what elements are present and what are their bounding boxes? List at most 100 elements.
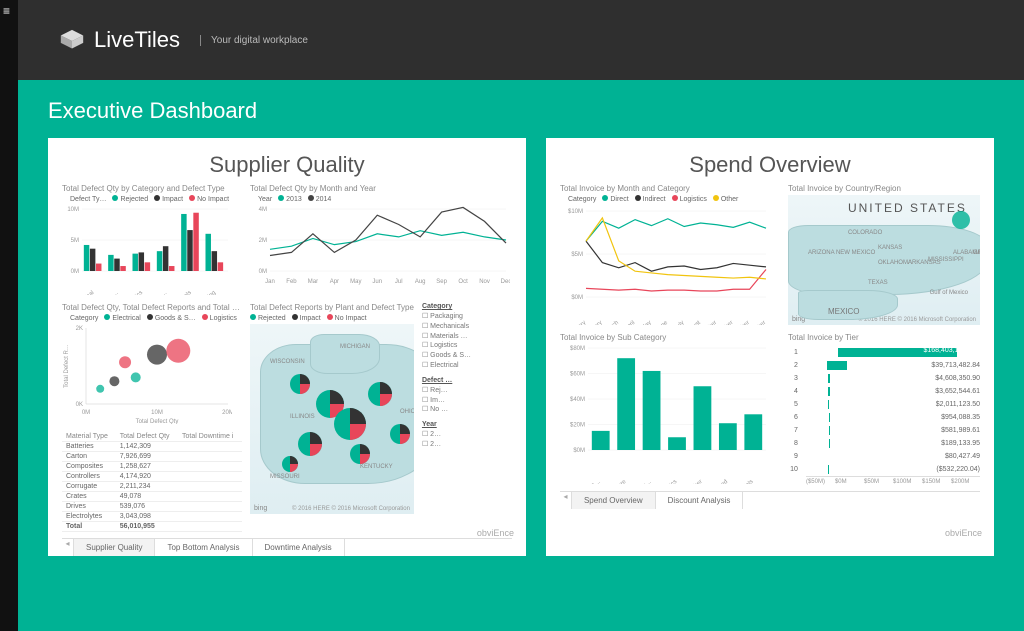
svg-text:4M: 4M <box>259 207 267 213</box>
tier-row[interactable]: 8$189,133.95 <box>788 437 980 450</box>
svg-text:March: March <box>603 320 620 325</box>
card-tabs: ◂ Spend OverviewDiscount Analysis <box>560 491 980 509</box>
svg-text:Hardware: Hardware <box>604 479 628 484</box>
tab-supplier-quality[interactable]: Supplier Quality <box>74 539 155 556</box>
svg-text:Packaging: Packaging <box>192 290 217 295</box>
svg-text:$5M: $5M <box>571 252 583 258</box>
card-title: Supplier Quality <box>62 152 512 178</box>
svg-text:0K: 0K <box>76 402 83 408</box>
svg-text:May: May <box>350 279 361 285</box>
filter-option[interactable]: ☐ No … <box>422 405 512 415</box>
filter-option[interactable]: ☐ Rej… <box>422 386 512 396</box>
svg-text:Total Defect R…: Total Defect R… <box>64 344 70 388</box>
filter-option[interactable]: ☐ 2… <box>422 440 512 450</box>
filter-option[interactable]: ☐ Logistics <box>422 341 512 351</box>
chart-defect-map[interactable]: Total Defect Reports by Plant and Defect… <box>250 303 414 532</box>
tier-row[interactable]: 1$168,403,150.61 <box>788 346 980 359</box>
app-sidebar: ≡ <box>0 0 18 631</box>
svg-text:January: January <box>567 320 587 325</box>
svg-text:April: April <box>623 320 636 325</box>
svg-text:May: May <box>640 320 653 325</box>
tab-downtime-analysis[interactable]: Downtime Analysis <box>253 539 345 556</box>
tab-discount-analysis[interactable]: Discount Analysis <box>656 492 744 509</box>
svg-text:0M: 0M <box>259 269 267 275</box>
svg-text:5M: 5M <box>71 238 79 244</box>
map-copyright: © 2016 HERE © 2016 Microsoft Corporation <box>292 506 410 512</box>
svg-text:Nov: Nov <box>479 279 490 285</box>
svg-text:Total Defect Qty: Total Defect Qty <box>136 419 179 424</box>
svg-text:Dec: Dec <box>501 279 510 285</box>
svg-text:$10M: $10M <box>568 209 583 215</box>
chart-invoice-by-subcat[interactable]: Total Invoice by Sub Category $0M$20M$40… <box>560 333 780 485</box>
map-copyright: © 2016 HERE © 2016 Microsoft Corporation <box>858 317 976 323</box>
tier-row[interactable]: 5$2,011,123.50 <box>788 398 980 411</box>
svg-text:$20M: $20M <box>570 423 585 429</box>
chart-defect-by-category[interactable]: Total Defect Qty by Category and Defect … <box>62 184 242 295</box>
svg-text:2K: 2K <box>76 326 83 332</box>
tab-scroll-left-icon[interactable]: ◂ <box>62 539 74 556</box>
card-supplier-quality: Supplier Quality Total Defect Qty by Cat… <box>48 138 526 556</box>
card-spend-overview: Spend Overview Total Invoice by Month an… <box>546 138 994 556</box>
chart-defect-scatter[interactable]: Total Defect Qty, Total Defect Reports a… <box>62 303 242 424</box>
svg-text:Jul: Jul <box>395 279 403 285</box>
svg-text:10M: 10M <box>151 410 163 416</box>
filter-option[interactable]: ☐ Materials … <box>422 332 512 342</box>
svg-text:June: June <box>655 320 669 325</box>
svg-text:Feb: Feb <box>286 279 297 285</box>
filter-option[interactable]: ☐ 2… <box>422 430 512 440</box>
svg-text:2M: 2M <box>259 238 267 244</box>
svg-text:Electrical: Electrical <box>73 290 96 295</box>
tier-row[interactable]: 9$80,427.49 <box>788 450 980 463</box>
svg-text:$40M: $40M <box>570 397 585 403</box>
tier-row[interactable]: 7$581,989.61 <box>788 424 980 437</box>
svg-text:Aug: Aug <box>415 279 426 285</box>
chart-defect-by-month[interactable]: Total Defect Qty by Month and Year Year2… <box>250 184 512 295</box>
tab-top-bottom-analysis[interactable]: Top Bottom Analysis <box>155 539 252 556</box>
tier-row[interactable]: 10($532,220.04) <box>788 463 980 476</box>
tier-row[interactable]: 3$4,608,350.90 <box>788 372 980 385</box>
attribution: obviEnce <box>945 528 982 538</box>
hamburger-icon[interactable]: ≡ <box>0 0 18 22</box>
livetiles-icon <box>58 28 86 52</box>
svg-text:$60M: $60M <box>570 372 585 378</box>
tab-scroll-left-icon[interactable]: ◂ <box>560 492 572 509</box>
filter-year[interactable]: Year ☐ 2…☐ 2… <box>422 421 512 450</box>
tab-spend-overview[interactable]: Spend Overview <box>572 492 656 509</box>
brand-logo: LiveTiles Your digital workplace <box>58 27 308 53</box>
svg-text:Mar: Mar <box>308 279 318 285</box>
svg-text:Oct: Oct <box>458 279 468 285</box>
brand-name: LiveTiles <box>94 27 180 53</box>
chart-invoice-by-tier[interactable]: Total Invoice by Tier 1$168,403,150.612$… <box>788 333 980 485</box>
svg-text:Contracting & S…: Contracting & S… <box>561 479 602 484</box>
svg-text:Jan: Jan <box>265 279 275 285</box>
svg-text:Outsourced: Outsourced <box>701 479 729 484</box>
svg-text:Logistics: Logistics <box>656 479 678 484</box>
svg-text:August: August <box>684 320 702 325</box>
filter-option[interactable]: ☐ Packaging <box>422 312 512 322</box>
card-title: Spend Overview <box>560 152 980 178</box>
svg-text:$80M: $80M <box>570 346 585 352</box>
filter-option[interactable]: ☐ Electrical <box>422 361 512 371</box>
table-material-type[interactable]: Material TypeTotal Defect QtyTotal Downt… <box>62 432 242 532</box>
chart-invoice-by-month[interactable]: Total Invoice by Month and Category Cate… <box>560 184 780 325</box>
tier-row[interactable]: 6$954,088.35 <box>788 411 980 424</box>
tier-row[interactable]: 4$3,652,544.61 <box>788 385 980 398</box>
filter-category[interactable]: Category ☐ Packaging☐ Mechanicals☐ Mater… <box>422 303 512 371</box>
svg-text:July: July <box>673 320 685 325</box>
bing-logo: bing <box>254 505 267 512</box>
filter-option[interactable]: ☐ Mechanicals <box>422 322 512 332</box>
page-body: Executive Dashboard Supplier Quality Tot… <box>18 80 1024 631</box>
page-title: Executive Dashboard <box>48 98 994 124</box>
svg-text:0M: 0M <box>82 410 90 416</box>
filter-option[interactable]: ☐ Im… <box>422 396 512 406</box>
filter-option[interactable]: ☐ Goods & S… <box>422 351 512 361</box>
svg-text:$0M: $0M <box>571 295 583 301</box>
svg-text:Logistics: Logistics <box>122 290 144 295</box>
chart-invoice-map[interactable]: Total Invoice by Country/Region bing © 2… <box>788 184 980 325</box>
svg-text:Apr: Apr <box>330 279 339 285</box>
svg-text:20M: 20M <box>222 410 232 416</box>
svg-text:0M: 0M <box>71 269 79 275</box>
tier-row[interactable]: 2$39,713,482.84 <box>788 359 980 372</box>
filter-defect[interactable]: Defect … ☐ Rej…☐ Im…☐ No … <box>422 377 512 415</box>
card-tabs: ◂ Supplier QualityTop Bottom AnalysisDow… <box>62 538 512 556</box>
